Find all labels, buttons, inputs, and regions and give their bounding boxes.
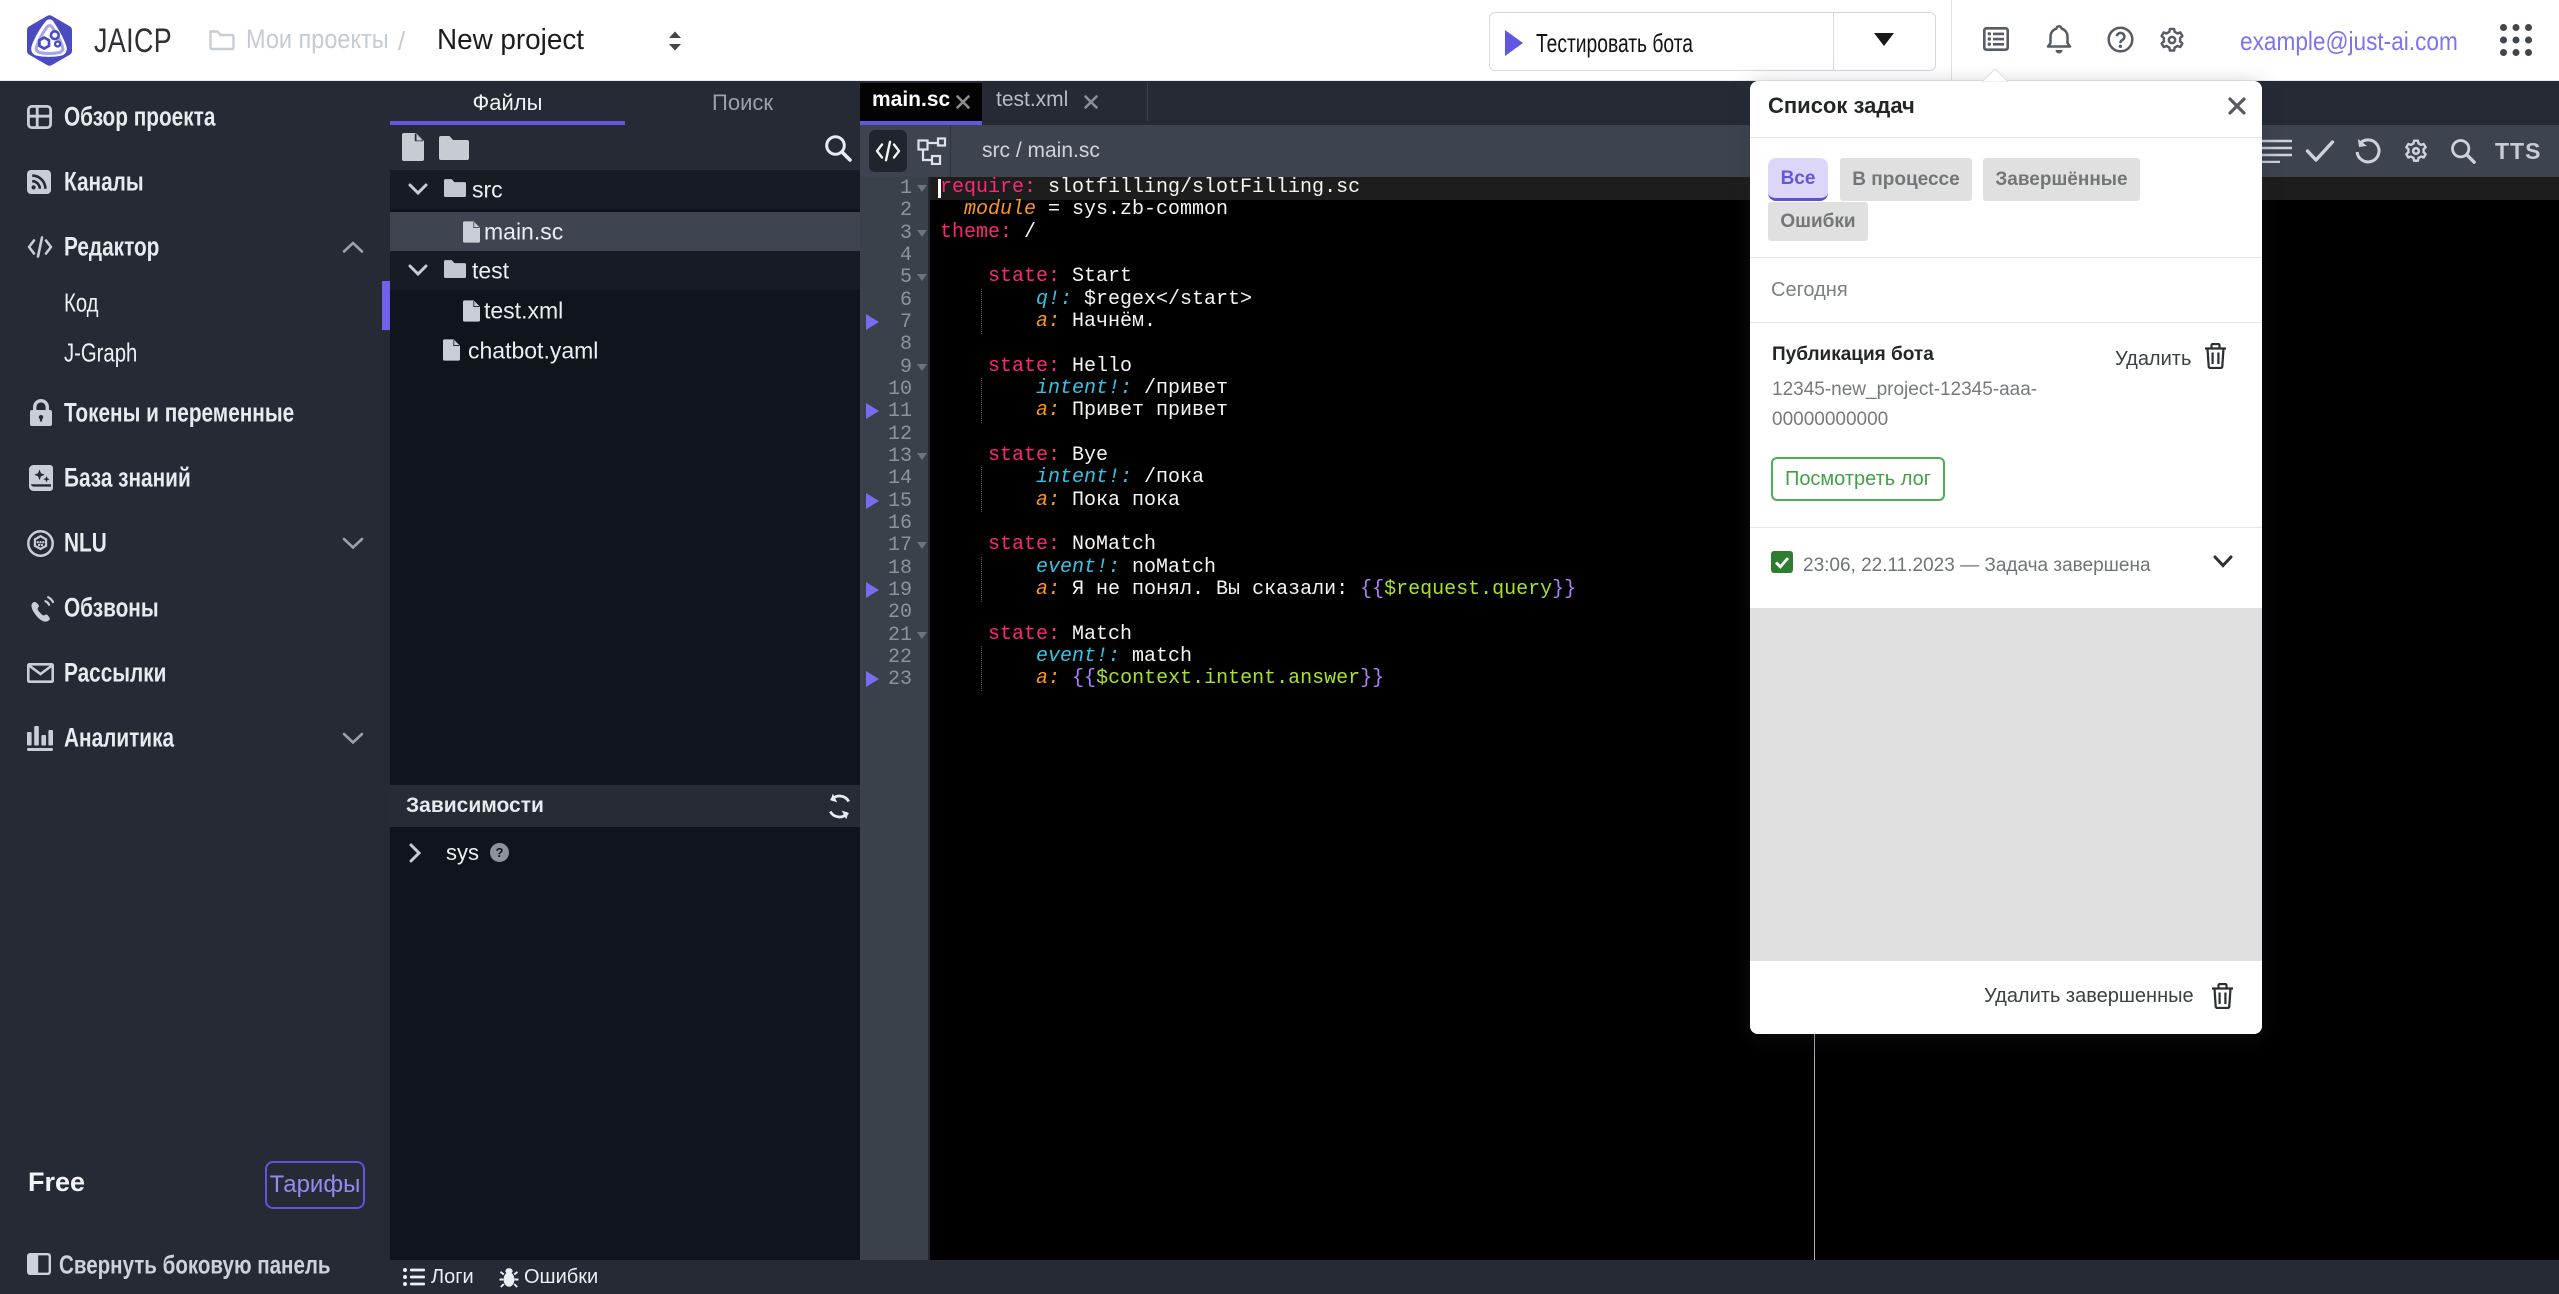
svg-text:?: ? [496,845,504,860]
